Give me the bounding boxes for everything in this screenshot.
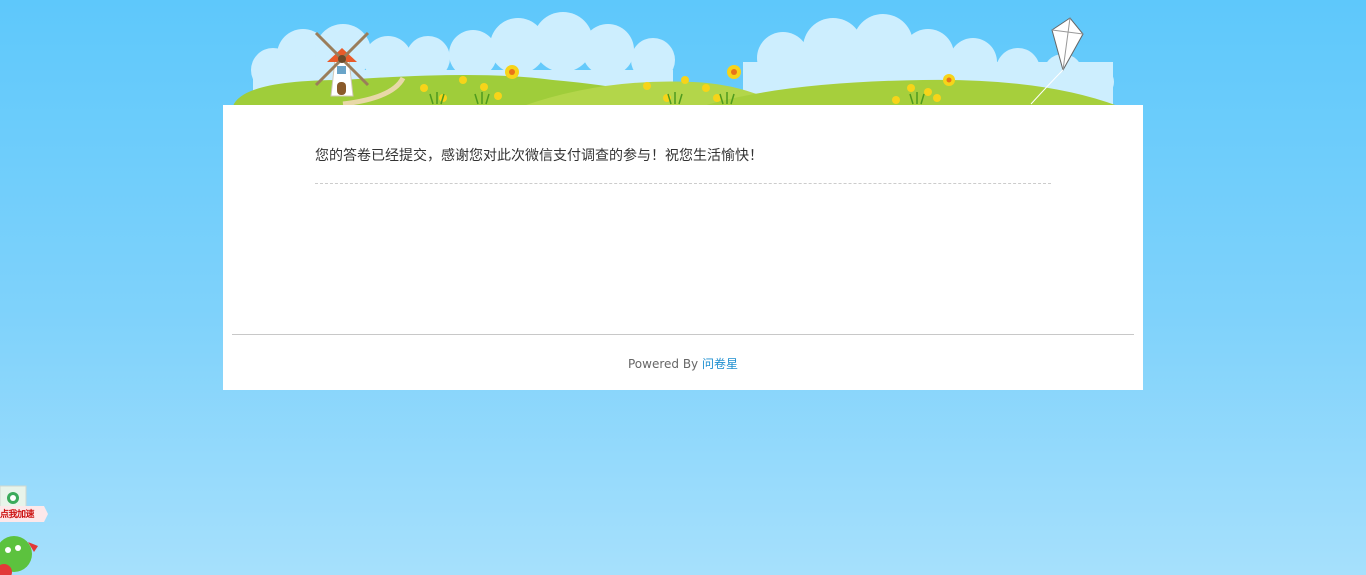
widget-label[interactable]: 点我加速	[0, 507, 35, 520]
submission-message: 您的答卷已经提交，感谢您对此次微信支付调查的参与！祝您生活愉快！	[315, 148, 763, 164]
powered-by-text: Powered By	[627, 357, 699, 371]
thank-you-card: 您的答卷已经提交，感谢您对此次微信支付调查的参与！祝您生活愉快！ Powered…	[223, 105, 1143, 390]
header-banner	[223, 0, 1143, 106]
footer-divider	[232, 334, 1134, 335]
dashed-divider	[315, 183, 1051, 184]
speed-widget[interactable]: 点我加速	[0, 484, 50, 575]
brand-link[interactable]: 问卷星	[702, 357, 738, 371]
speed-boost-icon	[0, 485, 48, 575]
footer: Powered By 问卷星	[223, 355, 1143, 372]
